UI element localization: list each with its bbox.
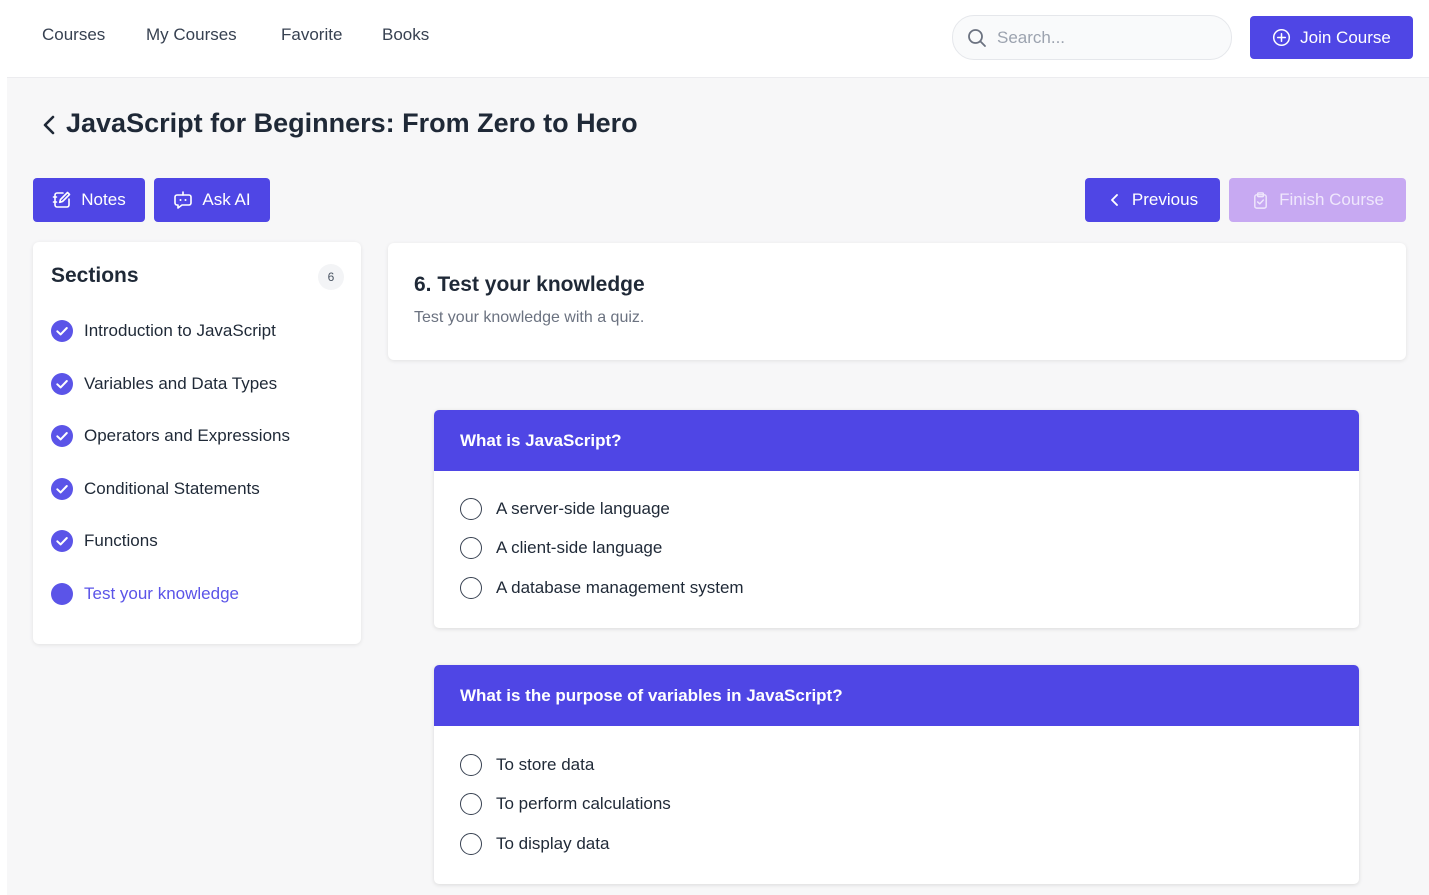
clipboard-check-icon (1254, 191, 1267, 209)
sidebar-item-label: Test your knowledge (84, 584, 239, 603)
quiz-option[interactable]: A database management system (460, 577, 744, 599)
check-circle-icon (51, 320, 73, 342)
quiz-option-label: A database management system (496, 578, 744, 597)
quiz-option[interactable]: To perform calculations (460, 793, 671, 815)
sidebar-item-label: Conditional Statements (84, 479, 260, 498)
plus-circle-icon (1273, 28, 1291, 47)
quiz-option[interactable]: A client-side language (460, 537, 662, 559)
page-edge (0, 0, 7, 895)
search-box (952, 15, 1232, 60)
quiz-option[interactable]: To display data (460, 833, 609, 855)
sidebar-item-label: Functions (84, 531, 158, 550)
sidebar-item-variables[interactable]: Variables and Data Types (51, 369, 277, 399)
sidebar-item-introduction[interactable]: Introduction to JavaScript (51, 316, 276, 346)
quiz-option-label: A server-side language (496, 499, 670, 518)
edit-note-icon (52, 191, 71, 208)
chevron-left-icon (1110, 194, 1118, 206)
quiz-question-card: What is JavaScript? A server-side langua… (434, 410, 1359, 628)
finish-course-button[interactable]: Finish Course (1229, 178, 1406, 222)
search-input[interactable] (997, 25, 1217, 51)
sidebar-item-functions[interactable]: Functions (51, 526, 158, 556)
quiz-option[interactable]: To store data (460, 754, 594, 776)
current-section-dot-icon (51, 583, 73, 605)
sidebar-item-operators[interactable]: Operators and Expressions (51, 421, 290, 451)
section-count-badge: 6 (318, 264, 344, 290)
page-title: JavaScript for Beginners: From Zero to H… (66, 108, 638, 138)
radio-button[interactable] (460, 537, 482, 559)
check-circle-icon (51, 530, 73, 552)
radio-button[interactable] (460, 577, 482, 599)
sidebar-item-label: Introduction to JavaScript (84, 321, 276, 340)
quiz-option-label: To display data (496, 834, 610, 853)
sidebar-item-test-knowledge[interactable]: Test your knowledge (51, 579, 239, 609)
nav-link-courses[interactable]: Courses (42, 25, 105, 45)
sidebar-item-label: Operators and Expressions (84, 426, 290, 445)
check-circle-icon (51, 425, 73, 447)
ask-ai-label: Ask AI (202, 190, 251, 209)
nav-link-favorite[interactable]: Favorite (281, 25, 342, 45)
sections-sidebar: Sections 6 Introduction to JavaScript Va… (33, 242, 361, 644)
quiz-question-card: What is the purpose of variables in Java… (434, 665, 1359, 884)
sidebar-title: Sections (51, 264, 139, 287)
top-navbar: Courses My Courses Favorite Books Join C… (7, 0, 1429, 78)
quiz-option-label: A client-side language (496, 538, 663, 557)
radio-button[interactable] (460, 833, 482, 855)
sidebar-item-label: Variables and Data Types (84, 374, 278, 393)
finish-course-label: Finish Course (1279, 190, 1384, 209)
previous-button[interactable]: Previous (1085, 178, 1220, 222)
nav-link-my-courses[interactable]: My Courses (146, 25, 237, 45)
check-circle-icon (51, 373, 73, 395)
radio-button[interactable] (460, 498, 482, 520)
chevron-left-icon[interactable] (40, 113, 58, 137)
radio-button[interactable] (460, 793, 482, 815)
check-circle-icon (51, 478, 73, 500)
quiz-option[interactable]: A server-side language (460, 498, 670, 520)
notes-button[interactable]: Notes (33, 178, 145, 222)
join-course-label: Join Course (1300, 27, 1391, 47)
join-course-button[interactable]: Join Course (1250, 16, 1413, 59)
search-icon (968, 29, 986, 47)
quiz-option-label: To perform calculations (496, 794, 671, 813)
quiz-option-label: To store data (496, 755, 595, 774)
section-heading: 6. Test your knowledge (414, 273, 645, 296)
section-header-card: 6. Test your knowledge Test your knowled… (388, 243, 1406, 360)
section-description: Test your knowledge with a quiz. (414, 309, 645, 326)
radio-button[interactable] (460, 754, 482, 776)
notes-label: Notes (81, 190, 126, 209)
ask-ai-button[interactable]: Ask AI (154, 178, 270, 222)
quiz-question-text: What is JavaScript? (434, 410, 1359, 471)
chat-bot-icon (174, 191, 193, 209)
previous-label: Previous (1131, 190, 1199, 209)
sidebar-item-conditionals[interactable]: Conditional Statements (51, 474, 260, 504)
nav-link-books[interactable]: Books (382, 25, 429, 45)
quiz-question-text: What is the purpose of variables in Java… (434, 665, 1359, 726)
